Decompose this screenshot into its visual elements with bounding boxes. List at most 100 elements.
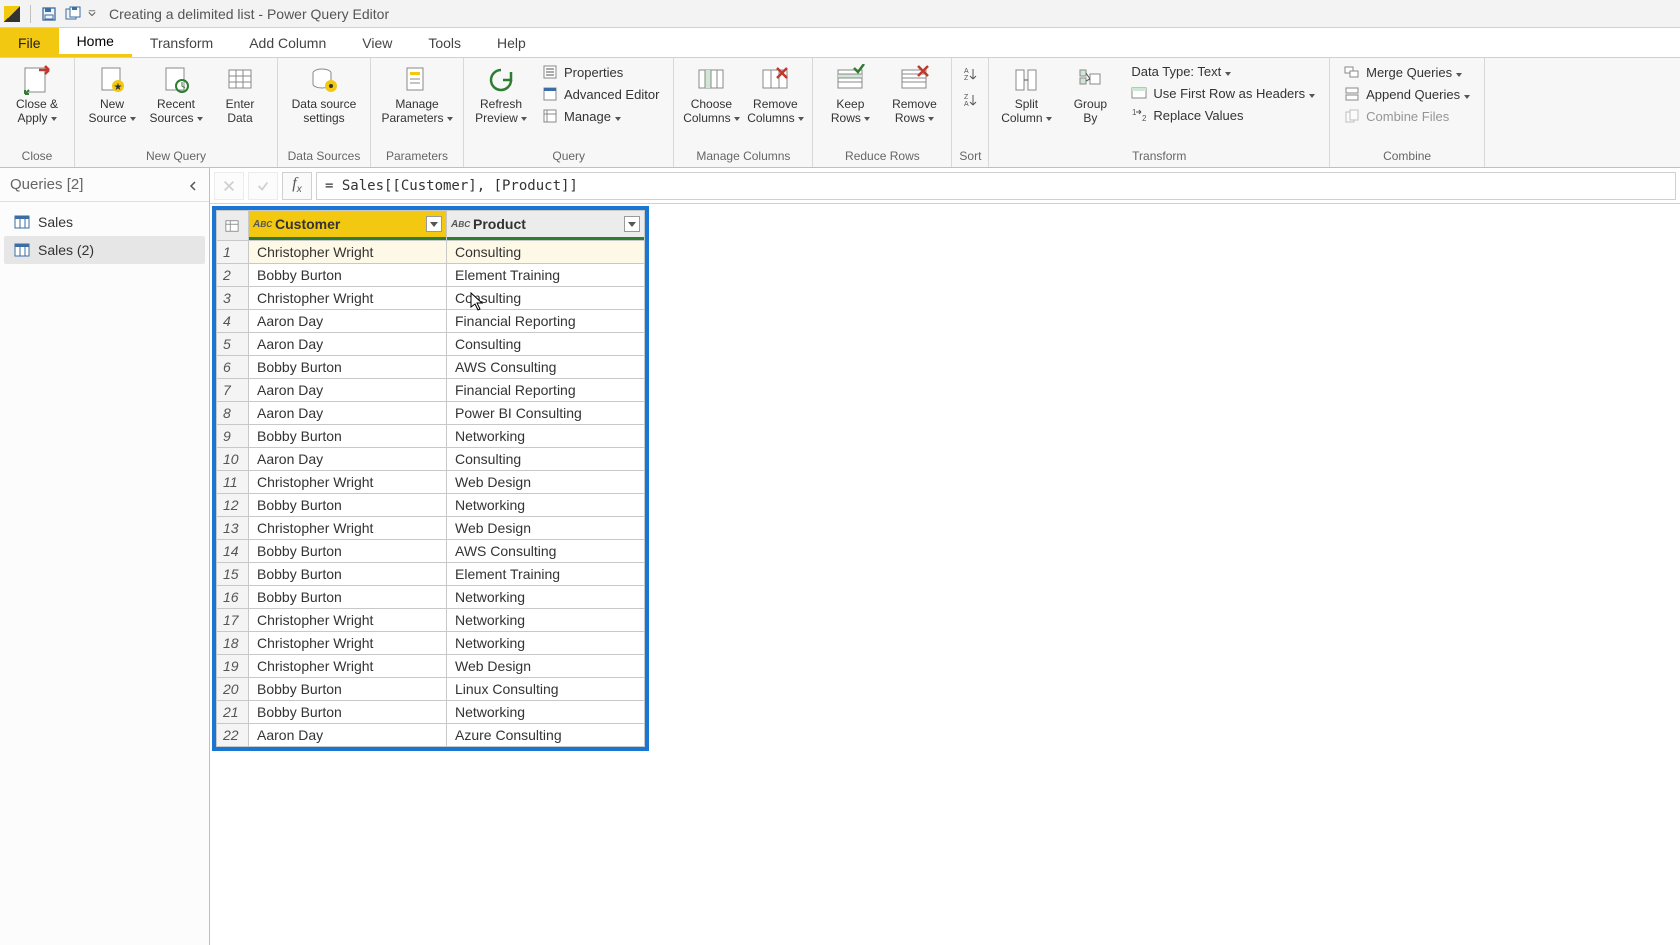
cell[interactable]: Aaron Day <box>249 379 447 402</box>
row-number[interactable]: 13 <box>217 517 249 540</box>
tab-add-column[interactable]: Add Column <box>231 28 344 57</box>
table-row[interactable]: 20Bobby BurtonLinux Consulting <box>217 678 645 701</box>
cell[interactable]: Christopher Wright <box>249 517 447 540</box>
cell[interactable]: Consulting <box>447 448 645 471</box>
group-by-button[interactable]: GroupBy <box>1059 60 1121 132</box>
query-item-sales-2[interactable]: Sales (2) <box>4 236 205 264</box>
row-number[interactable]: 22 <box>217 724 249 747</box>
table-row[interactable]: 7Aaron DayFinancial Reporting <box>217 379 645 402</box>
first-row-headers-button[interactable]: Use First Row as Headers <box>1125 83 1321 103</box>
row-number[interactable]: 17 <box>217 609 249 632</box>
table-row[interactable]: 18Christopher WrightNetworking <box>217 632 645 655</box>
cell[interactable]: Consulting <box>447 287 645 310</box>
query-item-sales[interactable]: Sales <box>4 208 205 236</box>
row-number[interactable]: 12 <box>217 494 249 517</box>
tab-home[interactable]: Home <box>59 28 132 57</box>
row-number[interactable]: 14 <box>217 540 249 563</box>
commit-formula-icon[interactable] <box>248 172 278 200</box>
remove-rows-button[interactable]: RemoveRows <box>883 60 945 132</box>
row-number[interactable]: 20 <box>217 678 249 701</box>
qat-dropdown-icon[interactable] <box>87 3 97 25</box>
row-number[interactable]: 1 <box>217 241 249 264</box>
table-row[interactable]: 14Bobby BurtonAWS Consulting <box>217 540 645 563</box>
cell[interactable]: AWS Consulting <box>447 540 645 563</box>
cell[interactable]: AWS Consulting <box>447 356 645 379</box>
row-number[interactable]: 18 <box>217 632 249 655</box>
save-icon[interactable] <box>38 3 60 25</box>
cell[interactable]: Networking <box>447 586 645 609</box>
row-number[interactable]: 3 <box>217 287 249 310</box>
row-number[interactable]: 7 <box>217 379 249 402</box>
row-number[interactable]: 15 <box>217 563 249 586</box>
cell[interactable]: Consulting <box>447 333 645 356</box>
cell[interactable]: Bobby Burton <box>249 586 447 609</box>
table-row[interactable]: 8Aaron DayPower BI Consulting <box>217 402 645 425</box>
fx-icon[interactable]: fx <box>282 172 312 200</box>
cell[interactable]: Web Design <box>447 517 645 540</box>
cell[interactable]: Aaron Day <box>249 310 447 333</box>
row-number[interactable]: 16 <box>217 586 249 609</box>
row-number[interactable]: 11 <box>217 471 249 494</box>
advanced-editor-button[interactable]: Advanced Editor <box>536 84 665 104</box>
cell[interactable]: Power BI Consulting <box>447 402 645 425</box>
cell[interactable]: Consulting <box>447 241 645 264</box>
cell[interactable]: Aaron Day <box>249 724 447 747</box>
sort-asc-button[interactable]: AZ <box>960 64 980 84</box>
data-grid[interactable]: ABC Customer ABC Product <box>216 210 645 747</box>
table-row[interactable]: 19Christopher WrightWeb Design <box>217 655 645 678</box>
row-number[interactable]: 6 <box>217 356 249 379</box>
column-filter-icon[interactable] <box>624 216 640 232</box>
table-row[interactable]: 17Christopher WrightNetworking <box>217 609 645 632</box>
cell[interactable]: Bobby Burton <box>249 264 447 287</box>
table-row[interactable]: 22Aaron DayAzure Consulting <box>217 724 645 747</box>
row-number[interactable]: 5 <box>217 333 249 356</box>
cell[interactable]: Web Design <box>447 471 645 494</box>
cell[interactable]: Azure Consulting <box>447 724 645 747</box>
cell[interactable]: Bobby Burton <box>249 494 447 517</box>
cell[interactable]: Bobby Burton <box>249 678 447 701</box>
tab-help[interactable]: Help <box>479 28 544 57</box>
row-header-corner[interactable] <box>217 211 249 241</box>
row-number[interactable]: 4 <box>217 310 249 333</box>
combine-files-button[interactable]: Combine Files <box>1338 106 1476 126</box>
cell[interactable]: Christopher Wright <box>249 655 447 678</box>
replace-values-button[interactable]: 12Replace Values <box>1125 105 1321 125</box>
cell[interactable]: Aaron Day <box>249 448 447 471</box>
cell[interactable]: Networking <box>447 701 645 724</box>
cell[interactable]: Networking <box>447 609 645 632</box>
recent-sources-button[interactable]: RecentSources <box>145 60 207 132</box>
cell[interactable]: Christopher Wright <box>249 609 447 632</box>
tab-tools[interactable]: Tools <box>410 28 479 57</box>
cell[interactable]: Bobby Burton <box>249 701 447 724</box>
enter-data-button[interactable]: EnterData <box>209 60 271 132</box>
manage-parameters-button[interactable]: ManageParameters <box>377 60 457 132</box>
column-filter-icon[interactable] <box>426 216 442 232</box>
sort-desc-button[interactable]: ZA <box>960 90 980 110</box>
keep-rows-button[interactable]: KeepRows <box>819 60 881 132</box>
table-row[interactable]: 16Bobby BurtonNetworking <box>217 586 645 609</box>
table-row[interactable]: 1Christopher WrightConsulting <box>217 241 645 264</box>
cell[interactable]: Bobby Burton <box>249 425 447 448</box>
table-row[interactable]: 11Christopher WrightWeb Design <box>217 471 645 494</box>
table-row[interactable]: 21Bobby BurtonNetworking <box>217 701 645 724</box>
cell[interactable]: Financial Reporting <box>447 310 645 333</box>
data-type-button[interactable]: Data Type: Text <box>1125 62 1321 81</box>
column-header-product[interactable]: ABC Product <box>447 211 645 241</box>
row-number[interactable]: 21 <box>217 701 249 724</box>
cell[interactable]: Bobby Burton <box>249 356 447 379</box>
data-source-settings-button[interactable]: Data sourcesettings <box>284 60 364 132</box>
table-row[interactable]: 13Christopher WrightWeb Design <box>217 517 645 540</box>
table-row[interactable]: 10Aaron DayConsulting <box>217 448 645 471</box>
row-number[interactable]: 8 <box>217 402 249 425</box>
tab-transform[interactable]: Transform <box>132 28 231 57</box>
row-number[interactable]: 9 <box>217 425 249 448</box>
table-row[interactable]: 2Bobby BurtonElement Training <box>217 264 645 287</box>
row-number[interactable]: 2 <box>217 264 249 287</box>
merge-queries-button[interactable]: Merge Queries <box>1338 62 1476 82</box>
table-row[interactable]: 15Bobby BurtonElement Training <box>217 563 645 586</box>
close-apply-button[interactable]: Close &Apply <box>6 60 68 132</box>
append-queries-button[interactable]: Append Queries <box>1338 84 1476 104</box>
row-number[interactable]: 19 <box>217 655 249 678</box>
cell[interactable]: Christopher Wright <box>249 632 447 655</box>
refresh-preview-button[interactable]: RefreshPreview <box>470 60 532 132</box>
